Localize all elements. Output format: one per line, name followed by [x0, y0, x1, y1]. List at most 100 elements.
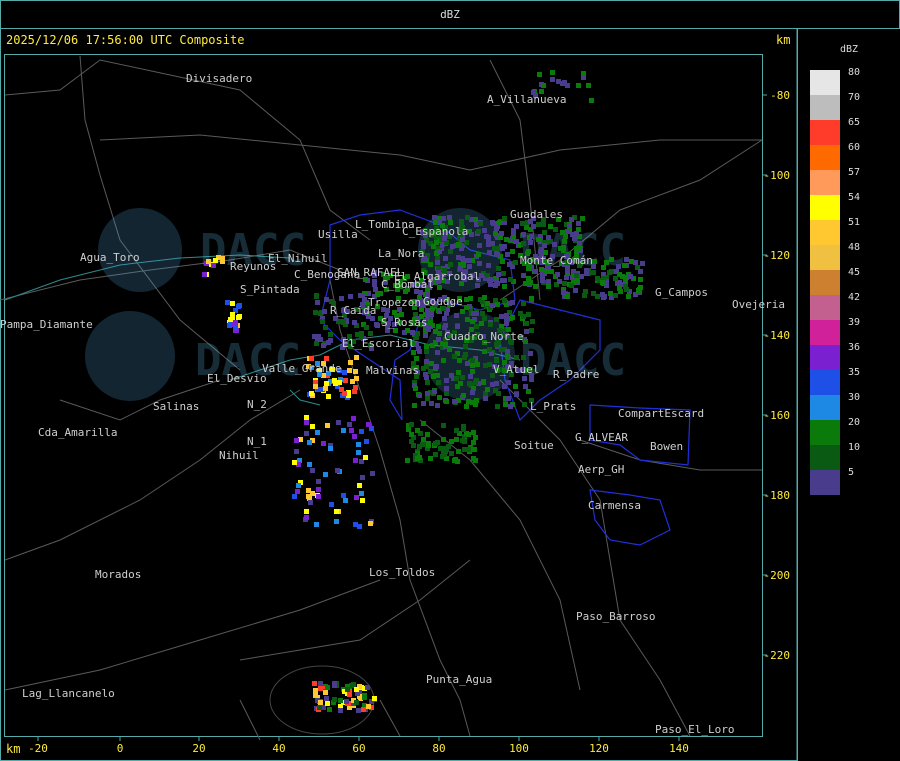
echo-pixel	[464, 297, 469, 302]
place-label: La_Nora	[378, 247, 424, 260]
echo-pixel	[429, 312, 434, 317]
place-label: S_Pintada	[240, 283, 300, 296]
place-label: Goudge	[423, 295, 463, 308]
echo-pixel	[318, 337, 323, 342]
legend-swatch	[810, 220, 840, 245]
echo-pixel	[466, 258, 471, 263]
echo-pixel	[421, 437, 426, 442]
echo-pixel	[431, 374, 436, 379]
echo-pixel	[436, 337, 441, 342]
place-label: El_Nihuil	[268, 252, 328, 265]
echo-pixel	[202, 272, 207, 277]
echo-pixel	[481, 380, 486, 385]
echo-pixel	[482, 228, 487, 233]
echo-pixel	[562, 281, 567, 286]
echo-pixel	[318, 700, 323, 705]
echo-pixel	[353, 385, 358, 390]
legend-swatch	[810, 70, 840, 95]
echo-pixel	[455, 384, 460, 389]
echo-pixel	[604, 260, 609, 265]
echo-pixel	[452, 354, 457, 359]
echo-pixel	[428, 262, 433, 267]
echo-pixel	[505, 349, 510, 354]
echo-pixel	[327, 707, 332, 712]
echo-pixel	[499, 314, 504, 319]
echo-pixel	[526, 389, 531, 394]
x-tick-label: 140	[669, 742, 689, 755]
legend-label: 39	[848, 317, 861, 328]
echo-pixel	[505, 252, 510, 257]
echo-pixel	[473, 217, 478, 222]
echo-pixel	[324, 356, 329, 361]
legend-swatch	[810, 395, 840, 420]
legend-label: 20	[848, 417, 861, 428]
echo-pixel	[332, 697, 337, 702]
echo-pixel	[424, 359, 429, 364]
x-tick-label: -20	[28, 742, 48, 755]
echo-pixel	[405, 458, 410, 463]
legend-label: 60	[848, 142, 861, 153]
echo-pixel	[514, 355, 519, 360]
echo-pixel	[313, 688, 318, 693]
echo-pixel	[409, 422, 414, 427]
echo-pixel	[344, 699, 349, 704]
echo-pixel	[640, 261, 645, 266]
echo-pixel	[356, 450, 361, 455]
echo-pixel	[237, 303, 242, 308]
legend-label: 57	[848, 167, 861, 178]
echo-pixel	[485, 387, 490, 392]
echo-pixel	[457, 358, 462, 363]
place-label: L_Prats	[530, 400, 576, 413]
echo-pixel	[433, 441, 438, 446]
place-label: Morados	[95, 568, 141, 581]
echo-pixel	[412, 403, 417, 408]
echo-pixel	[328, 446, 333, 451]
echo-pixel	[437, 395, 442, 400]
echo-pixel	[339, 296, 344, 301]
place-label: Guadales	[510, 208, 563, 221]
echo-pixel	[304, 420, 309, 425]
echo-pixel	[475, 283, 480, 288]
echo-pixel	[417, 349, 422, 354]
echo-pixel	[321, 441, 326, 446]
echo-pixel	[370, 471, 375, 476]
echo-pixel	[372, 696, 377, 701]
echo-pixel	[428, 456, 433, 461]
echo-pixel	[442, 452, 447, 457]
x-tick-label: 20	[192, 742, 205, 755]
echo-pixel	[636, 288, 641, 293]
echo-pixel	[449, 439, 454, 444]
echo-pixel	[349, 428, 354, 433]
echo-pixel	[225, 300, 230, 305]
echo-pixel	[352, 434, 357, 439]
unit-label-top: km	[776, 33, 791, 47]
echo-pixel	[542, 230, 547, 235]
echo-pixel	[462, 355, 467, 360]
echo-pixel	[460, 256, 465, 261]
echo-pixel	[426, 443, 431, 448]
echo-pixel	[372, 282, 377, 287]
echo-pixel	[359, 491, 364, 496]
echo-pixel	[510, 249, 515, 254]
echo-pixel	[443, 256, 448, 261]
place-label: Usilla	[318, 228, 358, 241]
echo-pixel	[514, 392, 519, 397]
echo-pixel	[524, 321, 529, 326]
echo-pixel	[539, 267, 544, 272]
echo-pixel	[493, 231, 498, 236]
radar-map[interactable]: DACC DACC DACC DACC DivisaderoA_Villanue…	[0, 0, 900, 761]
echo-pixel	[530, 319, 535, 324]
echo-pixel	[324, 696, 329, 701]
echo-pixel	[454, 428, 459, 433]
unit-label-bottom: km	[6, 742, 21, 756]
echo-pixel	[586, 83, 591, 88]
echo-pixel	[574, 273, 579, 278]
echo-pixel	[456, 242, 461, 247]
echo-pixel	[591, 291, 596, 296]
legend-label: 42	[848, 292, 861, 303]
echo-pixel	[461, 393, 466, 398]
echo-pixel	[437, 219, 442, 224]
echo-pixel	[615, 281, 620, 286]
echo-pixel	[454, 313, 459, 318]
echo-pixel	[464, 305, 469, 310]
